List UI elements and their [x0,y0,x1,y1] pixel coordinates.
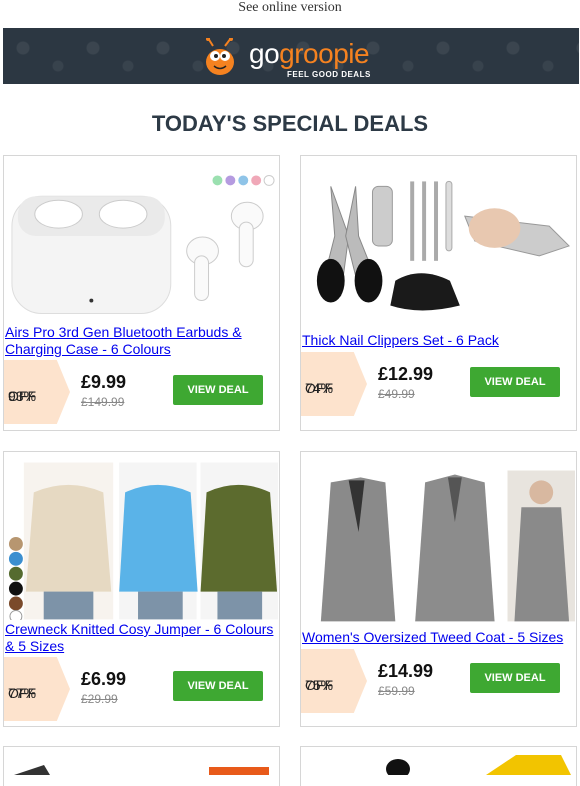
partial-product-image [386,755,571,779]
deal-card-earbuds[interactable]: Airs Pro 3rd Gen Bluetooth Earbuds & Cha… [3,155,280,431]
discount-off: OFF [8,388,36,404]
original-price: £149.99 [81,395,125,409]
brand-banner: gogroopie FEEL GOOD DEALS [3,28,579,84]
view-deal-button[interactable]: VIEW DEAL [173,375,263,405]
brand-name-b: groopie [279,38,370,69]
discount-badge: 75% OFF [301,649,367,713]
deal-card-jumper[interactable]: Crewneck Knitted Cosy Jumper - 6 Colours… [3,451,280,727]
discount-badge: 77% OFF [4,657,70,721]
brand-name-a: go [249,38,280,69]
deal-title-link[interactable]: Thick Nail Clippers Set - 6 Pack [302,332,572,349]
view-deal-button[interactable]: VIEW DEAL [470,663,560,693]
deal-price: £6.99 [81,669,127,689]
view-deal-button[interactable]: VIEW DEAL [173,671,263,701]
jumper-product-image [8,462,279,620]
deal-card-partial-right[interactable] [300,746,577,786]
mascot-icon [206,38,234,75]
deal-card-tweed-coat[interactable]: Women's Oversized Tweed Coat - 5 Sizes 7… [300,451,577,727]
deal-price: £9.99 [81,372,127,392]
deal-price: £12.99 [378,364,434,384]
online-version-bar: See online version [0,0,580,16]
original-price: £29.99 [81,692,118,706]
discount-off: OFF [305,380,333,396]
original-price: £49.99 [378,387,415,401]
see-online-version-link[interactable]: See online version [238,0,341,15]
discount-badge: 74% OFF [301,352,367,416]
discount-badge: 93% OFF [4,360,70,424]
deal-card-partial-left[interactable] [3,746,280,786]
deal-title-link[interactable]: Crewneck Knitted Cosy Jumper - 6 Colours… [5,621,275,655]
deal-card-nail-clippers[interactable]: Thick Nail Clippers Set - 6 Pack 74% OFF … [300,155,577,431]
discount-off: OFF [305,677,333,693]
deal-price: £14.99 [378,661,434,681]
earbuds-product-image [11,174,275,314]
brand-tagline: FEEL GOOD DEALS [287,70,371,79]
view-deal-button[interactable]: VIEW DEAL [470,367,560,397]
brand-wordmark: gogroopie [249,38,370,70]
deal-title-link[interactable]: Women's Oversized Tweed Coat - 5 Sizes [302,629,572,646]
nail-clippers-product-image [316,180,570,311]
original-price: £59.99 [378,684,415,698]
tweed-coat-product-image [320,470,576,622]
partial-product-image [14,765,269,775]
discount-off: OFF [8,685,36,701]
gogroopie-logo[interactable]: gogroopie FEEL GOOD DEALS [203,34,403,84]
section-title: TODAY'S SPECIAL DEALS [151,111,429,136]
deal-title-link[interactable]: Airs Pro 3rd Gen Bluetooth Earbuds & Cha… [5,324,275,358]
